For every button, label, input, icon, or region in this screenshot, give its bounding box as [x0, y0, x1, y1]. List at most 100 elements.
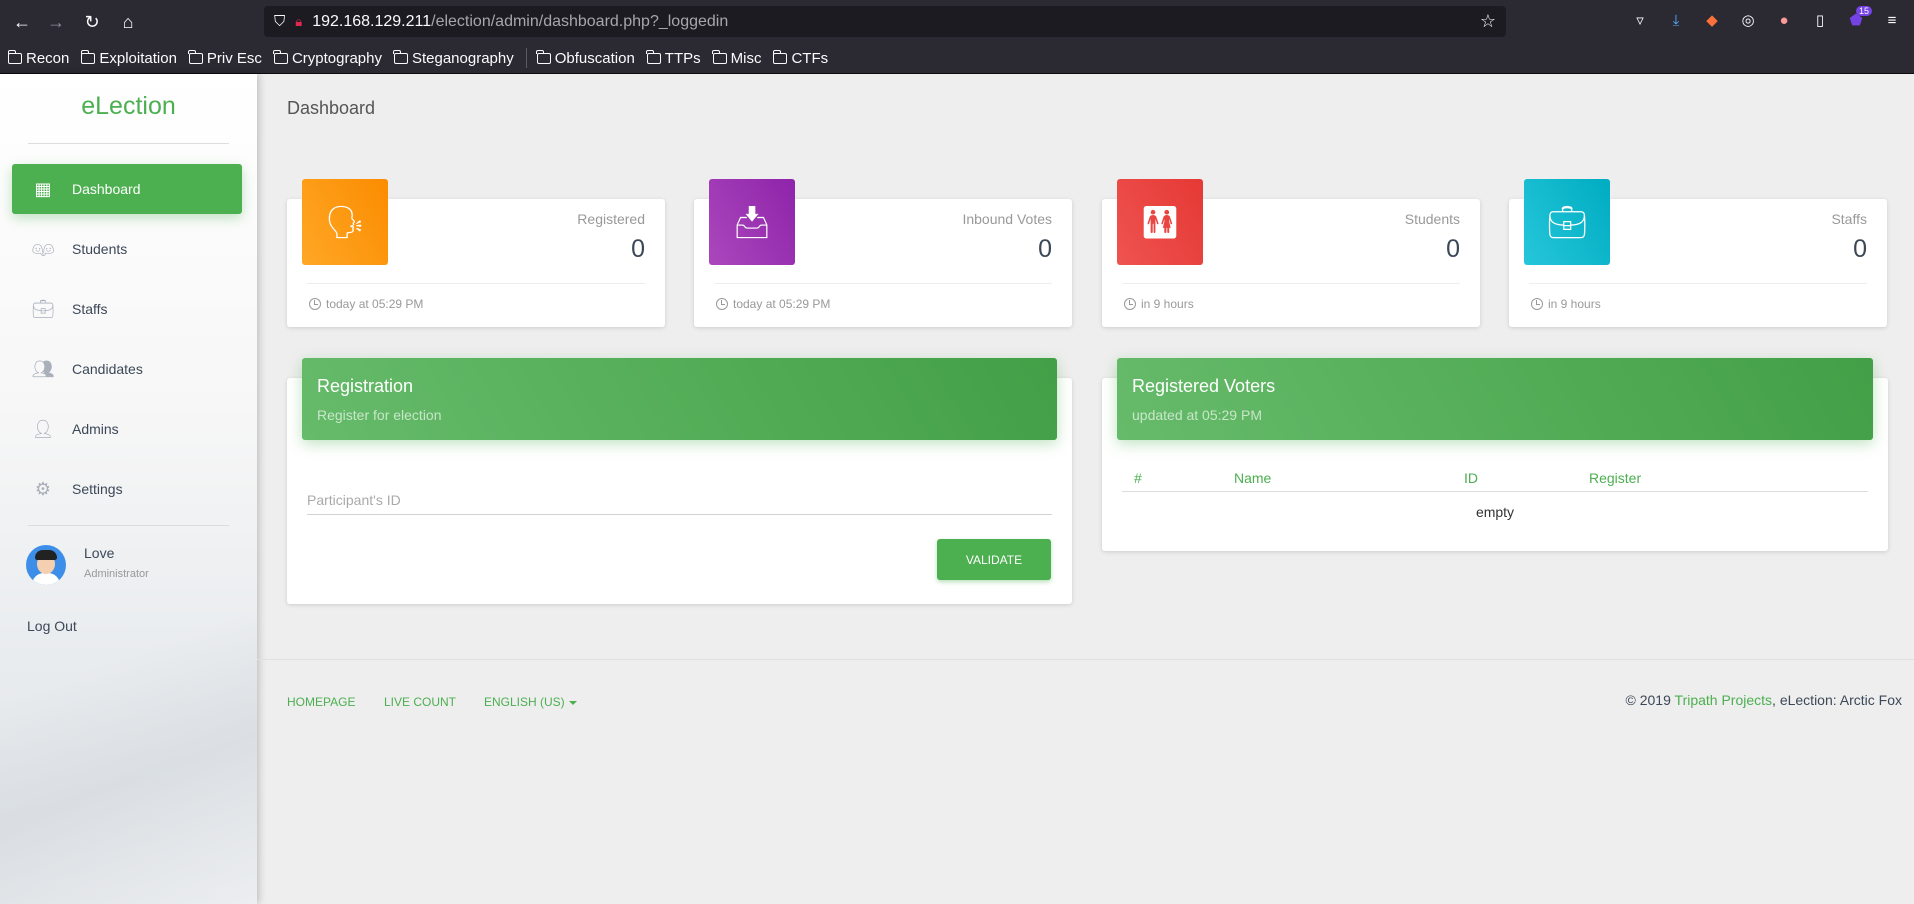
home-icon[interactable]: ⌂: [110, 4, 146, 40]
caret-down-icon: [568, 700, 577, 705]
voters-table: # Name ID Register empty: [1122, 460, 1868, 532]
pocket-icon[interactable]: ▿: [1628, 8, 1652, 32]
sidebar-item-students[interactable]: 👫︎ Students: [12, 224, 242, 274]
bookmark-label: Exploitation: [99, 49, 177, 67]
empty-message: empty: [1475, 504, 1515, 520]
registration-panel: Registration Register for election VALID…: [287, 358, 1072, 604]
dashboard-icon: ▦: [34, 178, 52, 199]
validate-button[interactable]: VALIDATE: [937, 539, 1051, 580]
extension-icon[interactable]: ●: [1772, 8, 1796, 32]
divider: [28, 525, 229, 526]
sidebar-item-label: Dashboard: [72, 181, 141, 197]
sidebar-item-label: Settings: [72, 481, 123, 497]
bookmarks-bar: Recon Exploitation Priv Esc Cryptography…: [0, 43, 1914, 74]
stat-footer: in 9 hours: [1531, 297, 1601, 311]
foxyproxy-icon[interactable]: ◆: [1700, 8, 1724, 32]
bookmark-folder[interactable]: TTPs: [646, 49, 701, 67]
bookmark-folder[interactable]: Cryptography: [273, 49, 382, 67]
bookmark-folder[interactable]: CTFs: [772, 49, 828, 67]
column-header[interactable]: Register: [1577, 460, 1868, 492]
stat-card-registered: 🗣︎ Registered 0 today at 05:29 PM: [287, 179, 665, 327]
panel-subtitle: updated at 05:29 PM: [1132, 407, 1262, 423]
sidebar-item-admins[interactable]: 👤︎ Admins: [12, 404, 242, 454]
bookmark-folder[interactable]: Steganography: [393, 49, 514, 67]
bookmark-label: Recon: [26, 49, 70, 67]
footer-link-homepage[interactable]: HOMEPAGE: [287, 695, 355, 709]
container-icon[interactable]: ▯: [1808, 8, 1832, 32]
sidebar-item-staffs[interactable]: 💼︎ Staffs: [12, 284, 242, 334]
menu-icon[interactable]: ≡: [1880, 8, 1904, 32]
bookmark-star-icon[interactable]: ☆: [1480, 11, 1496, 32]
panel-subtitle: Register for election: [317, 407, 442, 423]
footer-link-live-count[interactable]: LIVE COUNT: [384, 695, 456, 709]
logout-link[interactable]: Log Out: [27, 618, 77, 634]
brand-logo[interactable]: eLection: [0, 92, 257, 121]
bookmark-folder[interactable]: Exploitation: [80, 49, 177, 67]
registration-header: Registration Register for election: [302, 358, 1057, 440]
bookmark-folder[interactable]: Priv Esc: [188, 49, 262, 67]
column-header[interactable]: #: [1122, 460, 1222, 492]
students-icon: 👫︎: [31, 238, 55, 259]
bookmark-folder[interactable]: Misc: [712, 49, 761, 67]
bookmark-label: TTPs: [664, 49, 701, 67]
lock-icon[interactable]: 🔒︎: [295, 14, 302, 30]
inbox-icon: 📥︎: [709, 179, 795, 265]
stat-value: 0: [1853, 235, 1867, 263]
stat-label: Registered: [577, 211, 645, 227]
cookie-icon[interactable]: ◎: [1736, 8, 1760, 32]
person-icon: 👤︎: [31, 418, 55, 439]
user-profile[interactable]: Love Administrator: [26, 545, 149, 585]
divider: [28, 143, 229, 144]
stat-value: 0: [1446, 235, 1460, 263]
copyright: © 2019 Tripath Projects, eLection: Arcti…: [1625, 692, 1902, 708]
bookmark-label: Cryptography: [291, 49, 382, 67]
clock-icon: [716, 298, 728, 310]
stat-footer: today at 05:29 PM: [309, 297, 423, 311]
stat-value: 0: [631, 235, 645, 263]
briefcase-icon: 💼︎: [1524, 179, 1610, 265]
language-dropdown[interactable]: ENGLISH (US): [484, 695, 577, 709]
column-header[interactable]: ID: [1452, 460, 1577, 492]
reload-icon[interactable]: ↻: [74, 4, 110, 40]
briefcase-icon: 💼︎: [31, 298, 55, 319]
sidebar-item-settings[interactable]: ⚙︎ Settings: [12, 464, 242, 514]
back-icon[interactable]: ←: [4, 4, 40, 40]
bookmark-folder[interactable]: Recon: [7, 49, 70, 67]
update-icon: [1531, 298, 1543, 310]
stat-footer: in 9 hours: [1124, 297, 1194, 311]
sidebar-item-label: Admins: [72, 421, 119, 437]
browser-toolbar: ← → ↻ ⌂ ⛉ 🔒︎ 192.168.129.211/election/ad…: [0, 0, 1914, 43]
bookmark-label: Obfuscation: [554, 49, 635, 67]
voters-header: Registered Voters updated at 05:29 PM: [1117, 358, 1873, 440]
sidebar-item-label: Students: [72, 241, 128, 257]
bookmark-folder[interactable]: Obfuscation: [536, 49, 635, 67]
avatar: [26, 545, 66, 585]
user-role: Administrator: [84, 568, 149, 580]
url-path: /election/admin/dashboard.php?_loggedin: [431, 12, 729, 30]
extension-badge: 15: [1855, 6, 1872, 16]
download-icon[interactable]: ⤓: [1664, 8, 1688, 32]
record-voice-icon: 🗣︎: [302, 179, 388, 265]
url-bar[interactable]: ⛉ 🔒︎ 192.168.129.211/election/admin/dash…: [264, 6, 1506, 37]
update-icon: [1124, 298, 1136, 310]
registered-voters-panel: Registered Voters updated at 05:29 PM # …: [1102, 358, 1888, 551]
sidebar: eLection ▦ Dashboard 👫︎ Students 💼︎ Staf…: [0, 74, 257, 904]
url-host: 192.168.129.211: [312, 12, 432, 30]
sidebar-item-dashboard[interactable]: ▦ Dashboard: [12, 164, 242, 214]
sidebar-item-candidates[interactable]: 👥︎ Candidates: [12, 344, 242, 394]
stat-card-staffs: 💼︎ Staffs 0 in 9 hours: [1509, 179, 1887, 327]
stat-card-students: 🚻︎ Students 0 in 9 hours: [1102, 179, 1480, 327]
participant-id-input[interactable]: [307, 485, 1052, 515]
stat-value: 0: [1038, 235, 1052, 263]
gear-icon: ⚙︎: [34, 478, 52, 499]
shield-icon[interactable]: ⛉: [274, 13, 285, 30]
group-icon: 👥︎: [31, 358, 55, 379]
clock-icon: [309, 298, 321, 310]
bookmark-label: Steganography: [411, 49, 514, 67]
column-header[interactable]: Name: [1222, 460, 1452, 492]
forward-icon[interactable]: →: [38, 4, 74, 40]
folder-icon: [536, 49, 551, 64]
page-title: Dashboard: [287, 98, 376, 118]
user-name: Love: [84, 545, 115, 561]
tripath-link[interactable]: Tripath Projects: [1675, 692, 1773, 708]
